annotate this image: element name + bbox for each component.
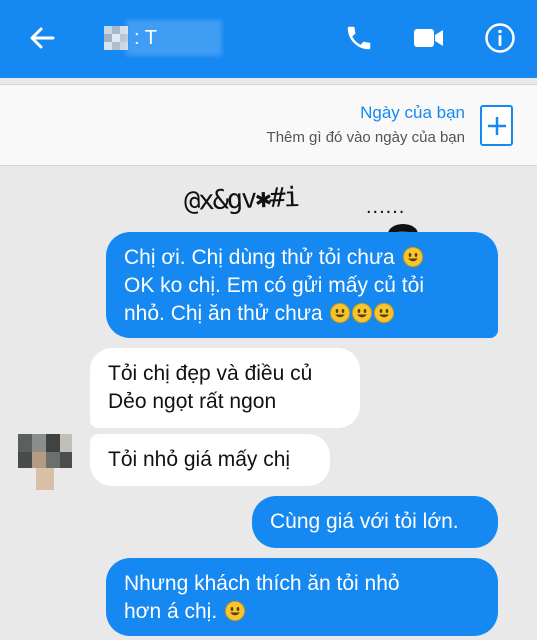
video-camera-icon bbox=[414, 29, 443, 47]
message-line: Cùng giá với tỏi lớn. bbox=[270, 510, 459, 533]
message-line: hơn á chị. bbox=[124, 598, 480, 626]
smile-emoji-icon bbox=[352, 303, 373, 323]
voice-call-button[interactable] bbox=[339, 18, 379, 58]
smile-emoji-icon bbox=[225, 601, 246, 621]
your-day-title: Ngày của bạn bbox=[360, 103, 465, 122]
name-redaction bbox=[126, 20, 222, 56]
message-line: Nhưng khách thích ăn tỏi nhỏ bbox=[124, 572, 400, 595]
message-line: Dẻo ngọt rất ngon bbox=[108, 390, 277, 413]
message-line: Tỏi chị đẹp và điều củ bbox=[108, 362, 313, 385]
sender-avatar-pixelated[interactable] bbox=[18, 434, 74, 490]
your-day-subtitle: Thêm gì đó vào ngày của bạn bbox=[266, 129, 465, 146]
back-arrow-icon bbox=[30, 27, 55, 49]
info-button[interactable] bbox=[480, 18, 520, 58]
message-line: Chị ơi. Chị dùng thử tỏi chưa bbox=[124, 244, 480, 272]
your-day-card[interactable]: Ngày của bạn Thêm gì đó vào ngày của bạn bbox=[0, 84, 537, 166]
message-line: Tỏi nhỏ giá mấy chị bbox=[108, 448, 291, 471]
smile-emoji-icon bbox=[402, 247, 423, 267]
message-incoming[interactable]: Tỏi chị đẹp và điều củ Dẻo ngọt rất ngon bbox=[90, 348, 360, 428]
info-icon bbox=[485, 23, 515, 53]
message-line: nhỏ. Chị ăn thử chưa bbox=[124, 300, 480, 328]
phone-icon bbox=[347, 26, 371, 50]
contact-avatar-pixelated bbox=[104, 26, 128, 50]
message-outgoing[interactable]: Nhưng khách thích ăn tỏi nhỏ hơn á chị. bbox=[106, 558, 498, 636]
back-button[interactable] bbox=[26, 22, 58, 54]
add-to-day-button[interactable] bbox=[480, 105, 513, 146]
handwritten-scribble: @x&gv✱#i bbox=[183, 182, 299, 217]
scribble-dots: ...... bbox=[366, 196, 406, 218]
smile-emoji-icon bbox=[330, 303, 351, 323]
conversation-header: : T bbox=[0, 0, 537, 78]
message-incoming[interactable]: Tỏi nhỏ giá mấy chị bbox=[90, 434, 330, 486]
smile-emoji-icon bbox=[374, 303, 395, 323]
message-outgoing[interactable]: Chị ơi. Chị dùng thử tỏi chưa OK ko chị.… bbox=[106, 232, 498, 338]
video-call-button[interactable] bbox=[409, 18, 449, 58]
message-line: OK ko chị. Em có gửi mấy củ tỏi bbox=[124, 274, 424, 297]
contact-title[interactable]: : T bbox=[104, 14, 222, 62]
message-outgoing[interactable]: Cùng giá với tỏi lớn. bbox=[252, 496, 498, 548]
plus-icon bbox=[487, 116, 506, 135]
